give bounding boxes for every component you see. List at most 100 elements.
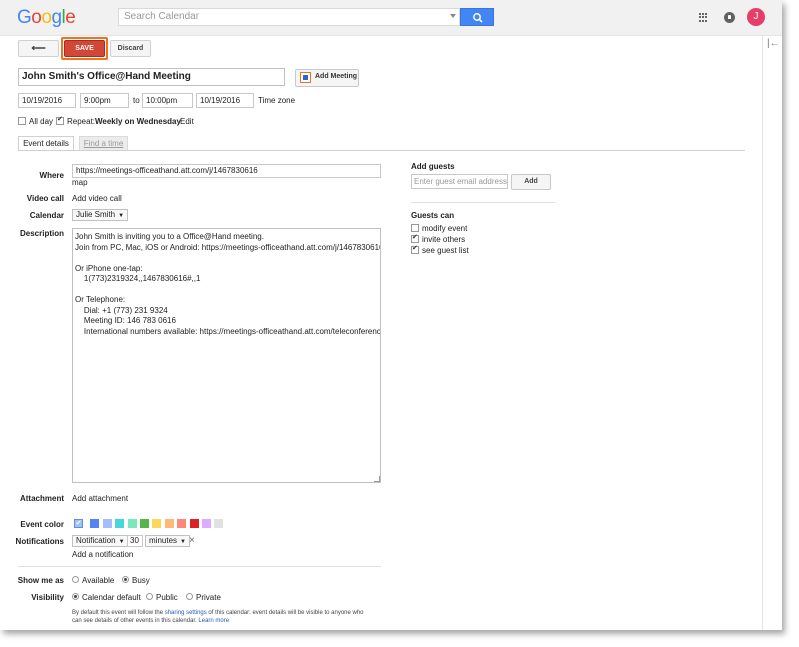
add-video-call-link[interactable]: Add video call <box>72 194 122 203</box>
notifications-icon[interactable] <box>724 12 735 23</box>
add-notification-link[interactable]: Add a notification <box>72 550 133 559</box>
top-bar: Google Search Calendar J <box>0 0 782 36</box>
attachment-label: Attachment <box>19 494 64 503</box>
color-swatch[interactable] <box>140 519 149 528</box>
notifications-label: Notifications <box>15 537 64 546</box>
timezone-link[interactable]: Time zone <box>258 96 295 105</box>
visibility-note-part3: can see details of other events in this … <box>72 618 197 624</box>
notification-unit-value: minutes <box>149 536 178 545</box>
start-time-input[interactable]: 9:00pm <box>80 93 129 108</box>
collapse-panel-icon[interactable]: |← <box>767 38 780 49</box>
add-guest-button[interactable]: Add <box>511 174 551 190</box>
notification-amount-input[interactable]: 30 <box>127 535 143 547</box>
calendar-select[interactable]: Julie Smith ▼ <box>72 209 129 221</box>
color-swatch[interactable] <box>189 519 199 528</box>
invite-others-label: invite others <box>422 235 466 244</box>
color-swatch[interactable] <box>127 519 137 528</box>
available-radio[interactable] <box>72 576 79 583</box>
show-me-as-label: Show me as <box>17 576 64 585</box>
where-label: Where <box>39 171 64 180</box>
repeat-checkbox[interactable] <box>56 115 64 125</box>
guests-divider <box>411 202 555 203</box>
remove-notification-icon[interactable]: × <box>189 535 195 546</box>
map-link[interactable]: map <box>72 178 88 187</box>
visibility-label: Visibility <box>31 593 64 602</box>
allday-checkbox[interactable] <box>18 117 26 125</box>
add-attachment-link[interactable]: Add attachment <box>72 494 128 503</box>
chevron-down-icon: ▼ <box>180 539 186 545</box>
add-guests-label: Add guests <box>411 162 455 171</box>
color-swatch[interactable] <box>214 519 224 528</box>
see-guest-list-label: see guest list <box>422 246 469 255</box>
allday-label: All day <box>29 117 54 126</box>
office-hand-meeting-icon <box>300 72 311 83</box>
resize-grip-icon[interactable] <box>374 476 380 482</box>
divider <box>18 566 381 567</box>
notification-unit-select[interactable]: minutes ▼ <box>145 535 190 547</box>
color-swatch[interactable] <box>90 519 100 528</box>
color-swatch[interactable] <box>202 519 211 528</box>
busy-label: Busy <box>132 576 150 585</box>
event-color-label: Event color <box>20 520 64 529</box>
modify-event-label: modify event <box>422 224 468 233</box>
busy-radio[interactable] <box>122 576 129 583</box>
calendar-default-radio[interactable] <box>72 593 79 600</box>
repeat-value: Weekly on Wednesday <box>95 117 181 126</box>
visibility-note: By default this event will follow the sh… <box>72 609 382 625</box>
color-swatch[interactable] <box>164 519 174 528</box>
side-panel <box>762 36 782 630</box>
public-radio[interactable] <box>146 593 153 600</box>
end-date-input[interactable]: 10/19/2016 <box>196 93 254 108</box>
repeat-edit-link[interactable]: Edit <box>180 117 194 126</box>
chevron-down-icon: ▼ <box>118 539 125 545</box>
video-call-label: Video call <box>26 194 64 203</box>
guest-email-input[interactable]: Enter guest email addresses <box>411 174 508 189</box>
color-swatch[interactable] <box>115 519 125 528</box>
apps-grid-icon[interactable] <box>699 13 708 22</box>
public-label: Public <box>156 593 178 602</box>
save-button[interactable]: SAVE <box>64 40 105 57</box>
notification-type-value: Notification <box>76 536 116 545</box>
color-swatch-selected[interactable]: ✔ <box>74 519 83 528</box>
see-guest-list-checkbox[interactable] <box>411 244 419 254</box>
learn-more-link[interactable]: Learn more <box>198 618 229 624</box>
description-label: Description <box>19 229 64 238</box>
google-logo[interactable]: Google <box>17 7 76 29</box>
chevron-down-icon: ▼ <box>118 213 125 219</box>
to-label: to <box>133 96 140 105</box>
repeat-label: Repeat: <box>67 117 96 126</box>
add-meeting-label: Add Meeting <box>315 73 357 80</box>
modify-event-checkbox[interactable] <box>411 224 419 232</box>
private-label: Private <box>196 593 221 602</box>
start-date-input[interactable]: 10/19/2016 <box>18 93 76 108</box>
avatar[interactable]: J <box>747 8 765 26</box>
search-button[interactable] <box>460 8 494 26</box>
search-icon <box>473 13 483 23</box>
notification-type-select[interactable]: Notification ▼ <box>72 535 129 547</box>
private-radio[interactable] <box>186 593 193 600</box>
where-input[interactable]: https://meetings-officeathand.att.com/j/… <box>72 164 381 178</box>
calendar-window: Google Search Calendar J |← ⟵ SAVE Disca… <box>0 0 782 630</box>
description-textarea[interactable]: John Smith is inviting you to a Office@H… <box>72 228 381 483</box>
event-title-input[interactable]: John Smith's Office@Hand Meeting <box>18 68 285 86</box>
tab-find-a-time[interactable]: Find a time <box>79 136 128 151</box>
color-swatch[interactable] <box>102 519 112 528</box>
visibility-note-part2: of this calendar: event details will be … <box>208 610 364 616</box>
color-swatch[interactable] <box>152 519 162 528</box>
calendar-default-label: Calendar default <box>82 593 141 602</box>
end-time-input[interactable]: 10:00pm <box>142 93 193 108</box>
back-button[interactable]: ⟵ <box>18 40 59 57</box>
invite-others-checkbox[interactable] <box>411 233 419 243</box>
tabs-divider <box>18 150 745 151</box>
visibility-note-part1: By default this event will follow the <box>72 610 164 616</box>
available-label: Available <box>82 576 115 585</box>
guests-can-label: Guests can <box>411 211 455 220</box>
color-swatch[interactable] <box>177 519 187 528</box>
search-options-chevron-icon[interactable] <box>450 14 456 18</box>
discard-button[interactable]: Discard <box>110 40 151 57</box>
tab-event-details[interactable]: Event details <box>18 136 74 151</box>
search-input[interactable]: Search Calendar <box>118 8 460 26</box>
search-placeholder: Search Calendar <box>124 11 200 22</box>
sharing-settings-link[interactable]: sharing settings <box>165 610 207 616</box>
calendar-label: Calendar <box>29 211 64 220</box>
